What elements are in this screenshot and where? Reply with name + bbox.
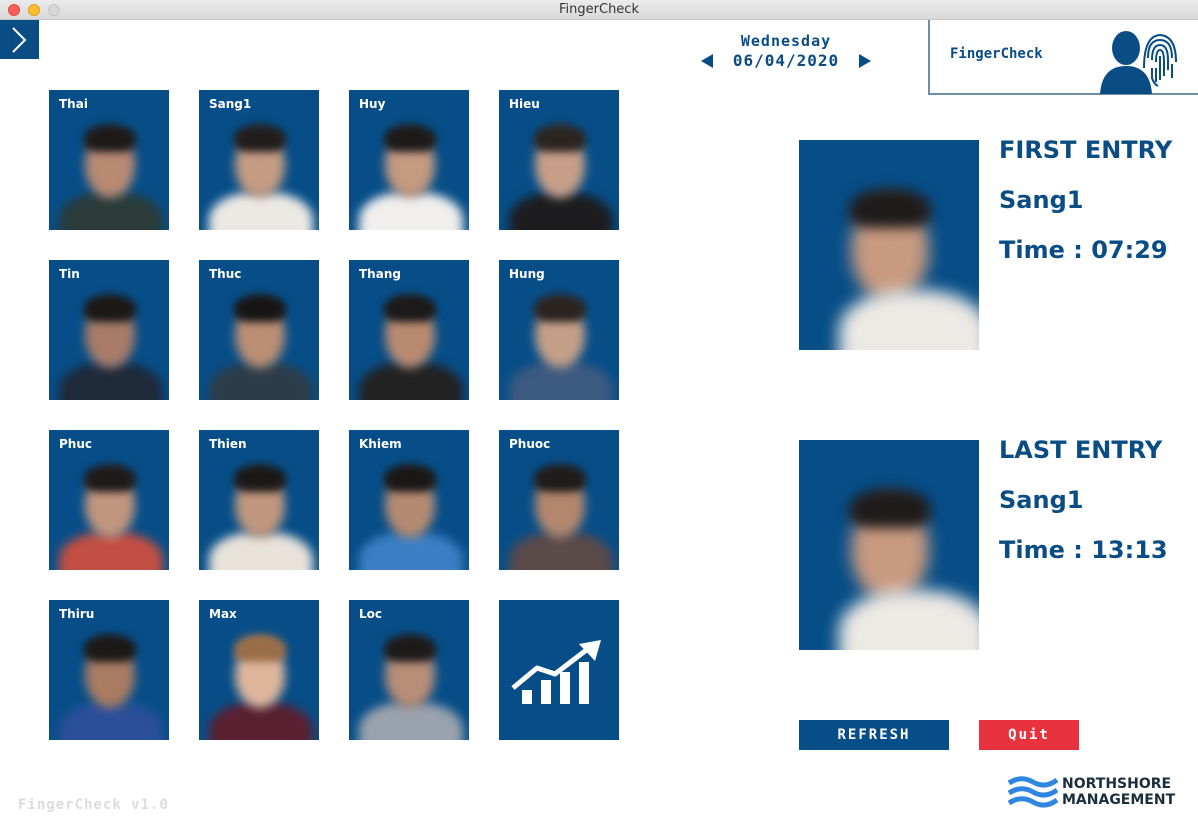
- person-fingerprint-logo-icon: [1100, 31, 1177, 94]
- employee-photo-hair: [84, 294, 136, 322]
- employee-name: Max: [209, 607, 237, 621]
- growth-chart-icon: [511, 640, 601, 704]
- window-titlebar: FingerCheck: [0, 0, 1198, 20]
- employee-photo-hair: [384, 464, 436, 492]
- employee-tile[interactable]: Thai: [49, 90, 169, 230]
- date-label: 06/04/2020: [732, 51, 840, 70]
- employee-name: Tin: [59, 267, 80, 281]
- employee-photo-hair: [84, 634, 136, 662]
- employee-name: Thai: [59, 97, 88, 111]
- employee-name: Sang1: [209, 97, 252, 111]
- window-title: FingerCheck: [559, 2, 639, 17]
- menu-toggle-button[interactable]: [0, 20, 39, 59]
- refresh-button[interactable]: REFRESH: [799, 720, 949, 750]
- employee-photo-hair: [534, 124, 586, 152]
- employee-name: Phuoc: [509, 437, 551, 451]
- company-name-line2: MANAGEMENT: [1062, 792, 1176, 808]
- chevron-right-icon: [12, 27, 27, 53]
- employee-tile[interactable]: Thang: [349, 260, 469, 400]
- employee-name: Thang: [359, 267, 401, 281]
- employee-name: Thien: [209, 437, 247, 451]
- employee-photo-hair: [84, 464, 136, 492]
- employee-name: Khiem: [359, 437, 402, 451]
- employee-photo-hair: [384, 124, 436, 152]
- employee-tile[interactable]: Sang1: [199, 90, 319, 230]
- first-entry-title: FIRST ENTRY: [999, 136, 1173, 164]
- employee-photo-hair: [534, 294, 586, 322]
- date-selector: Wednesday 06/04/2020: [700, 30, 872, 72]
- employee-name: Hung: [509, 267, 545, 281]
- employee-name: Hieu: [509, 97, 540, 111]
- employee-name: Thuc: [209, 267, 242, 281]
- first-entry-time: Time : 07:29: [999, 236, 1168, 264]
- employee-photo-hair: [234, 634, 286, 662]
- quit-button[interactable]: Quit: [979, 720, 1079, 750]
- employee-tile[interactable]: Phuoc: [499, 430, 619, 570]
- employee-tile[interactable]: Thien: [199, 430, 319, 570]
- employee-tile[interactable]: Tin: [49, 260, 169, 400]
- employee-tile[interactable]: Loc: [349, 600, 469, 740]
- employee-photo-hair: [234, 294, 286, 322]
- next-day-arrow-icon[interactable]: [858, 53, 872, 69]
- employee-photo-hair: [234, 124, 286, 152]
- version-label: FingerCheck v1.0: [18, 797, 169, 813]
- employee-tile[interactable]: Thiru: [49, 600, 169, 740]
- employee-name: Thiru: [59, 607, 95, 621]
- weekday-label: Wednesday: [740, 32, 832, 50]
- employee-tile[interactable]: Khiem: [349, 430, 469, 570]
- employee-photo-hair: [84, 124, 136, 152]
- first-entry-name: Sang1: [999, 186, 1084, 214]
- first-entry-photo: [799, 140, 979, 350]
- employee-tile[interactable]: Hung: [499, 260, 619, 400]
- statistics-tile[interactable]: [499, 600, 619, 740]
- previous-day-arrow-icon[interactable]: [700, 53, 714, 69]
- employee-photo-hair: [534, 464, 586, 492]
- last-entry-title: LAST ENTRY: [999, 436, 1163, 464]
- employee-tile[interactable]: Max: [199, 600, 319, 740]
- brand-name: FingerCheck: [950, 46, 1043, 62]
- employee-tile[interactable]: Thuc: [199, 260, 319, 400]
- last-entry-photo: [799, 440, 979, 650]
- employee-tile[interactable]: Hieu: [499, 90, 619, 230]
- company-name-line1: NORTHSHORE: [1062, 776, 1172, 792]
- last-entry-time: Time : 13:13: [999, 536, 1168, 564]
- company-name: NORTHSHORE MANAGEMENT: [1062, 776, 1175, 808]
- employee-name: Loc: [359, 607, 383, 621]
- employee-photo-hair: [384, 634, 436, 662]
- northshore-waves-logo-icon: [1008, 776, 1058, 808]
- employee-name: Phuc: [59, 437, 92, 451]
- employee-photo-hair: [234, 464, 286, 492]
- employee-photo-hair: [384, 294, 436, 322]
- last-entry-name: Sang1: [999, 486, 1084, 514]
- employee-name: Huy: [359, 97, 386, 111]
- brand-panel: FingerCheck: [928, 20, 1198, 95]
- employee-tile[interactable]: Huy: [349, 90, 469, 230]
- employee-tile[interactable]: Phuc: [49, 430, 169, 570]
